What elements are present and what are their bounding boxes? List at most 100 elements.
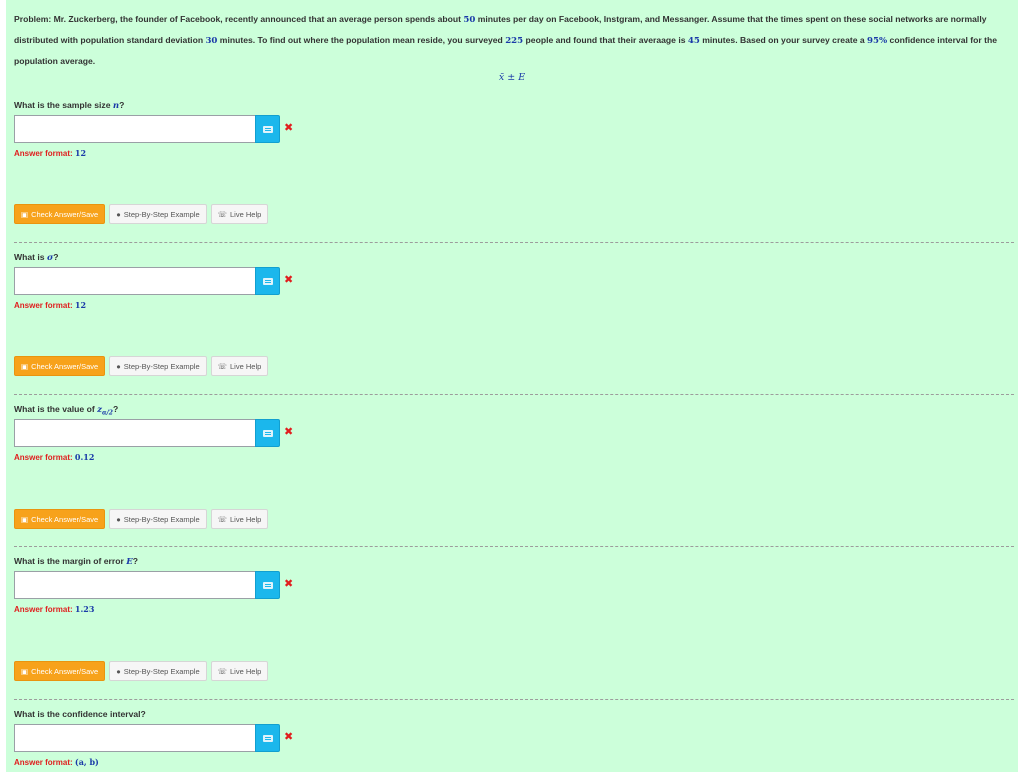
button-group: ▣ Check Answer/Save ● Step-By-Step Example… — [14, 356, 269, 376]
answer-format-label: Answer format: — [14, 453, 75, 462]
answer-input[interactable] — [14, 267, 256, 295]
info-circle-icon: ● — [116, 209, 121, 219]
check-answer-button[interactable]: ▣ Check Answer/Save — [14, 356, 106, 376]
answer-format-value: 0.12 — [74, 452, 95, 462]
button-label: Live Help — [230, 361, 262, 371]
answer-format-label: Answer format: — [14, 605, 75, 614]
phone-icon: ☏ — [217, 209, 228, 219]
problem-panel: Problem: Mr. Zuckerberg, the founder of … — [6, 0, 1018, 772]
problem-text: minutes. Based on your survey create a — [699, 35, 868, 45]
save-icon: ▣ — [21, 514, 29, 524]
x-mark-icon: ✖ — [284, 122, 294, 134]
math-subscript: α/2 — [101, 409, 113, 417]
keyboard-icon — [262, 125, 273, 133]
answer-input[interactable] — [14, 724, 256, 752]
live-help-button[interactable]: ☏ Live Help — [210, 356, 269, 376]
problem-number: 45 — [687, 36, 700, 46]
keyboard-button[interactable] — [255, 724, 280, 752]
x-mark-icon: ✖ — [284, 426, 294, 438]
answer-input[interactable] — [14, 571, 256, 599]
phone-icon: ☏ — [217, 514, 228, 524]
answer-format-value: 1.23 — [74, 604, 95, 614]
keyboard-button[interactable] — [255, 419, 280, 447]
save-icon: ▣ — [21, 666, 29, 676]
question-label: What is the margin of error E? — [14, 556, 138, 567]
x-mark-icon: ✖ — [284, 578, 294, 590]
answer-row: ✖ — [14, 571, 304, 599]
save-icon: ▣ — [21, 209, 29, 219]
button-group: ▣ Check Answer/Save ● Step-By-Step Example… — [14, 661, 269, 681]
button-label: Live Help — [230, 209, 262, 219]
question-text: ? — [132, 556, 139, 566]
button-label: Check Answer/Save — [31, 514, 99, 524]
divider — [14, 394, 1014, 395]
step-by-step-button[interactable]: ● Step-By-Step Example — [109, 204, 207, 224]
step-by-step-button[interactable]: ● Step-By-Step Example — [109, 661, 207, 681]
step-by-step-button[interactable]: ● Step-By-Step Example — [109, 356, 207, 376]
check-answer-button[interactable]: ▣ Check Answer/Save — [14, 509, 106, 529]
answer-row: ✖ — [14, 267, 304, 295]
save-icon: ▣ — [21, 361, 29, 371]
problem-number: 30 — [205, 36, 218, 46]
question-text: What is the value of — [14, 404, 98, 414]
info-circle-icon: ● — [116, 514, 121, 524]
button-label: Step-By-Step Example — [123, 361, 200, 371]
button-label: Check Answer/Save — [31, 209, 99, 219]
keyboard-button[interactable] — [255, 115, 280, 143]
button-label: Check Answer/Save — [31, 666, 99, 676]
answer-format: Answer format: 12 — [14, 148, 86, 158]
phone-icon: ☏ — [217, 666, 228, 676]
answer-format: Answer format: 0.12 — [14, 452, 94, 462]
answer-row: ✖ — [14, 724, 304, 752]
question-text: What is the sample size — [14, 100, 113, 110]
problem-statement: Problem: Mr. Zuckerberg, the founder of … — [14, 9, 1004, 71]
live-help-button[interactable]: ☏ Live Help — [210, 204, 269, 224]
problem-number: 50 — [463, 15, 476, 25]
problem-text: people and found that their averaage is — [523, 35, 688, 45]
answer-input[interactable] — [14, 419, 256, 447]
phone-icon: ☏ — [217, 361, 228, 371]
button-label: Step-By-Step Example — [123, 666, 200, 676]
check-answer-button[interactable]: ▣ Check Answer/Save — [14, 661, 106, 681]
question-text: ? — [112, 404, 119, 414]
keyboard-button[interactable] — [255, 571, 280, 599]
live-help-button[interactable]: ☏ Live Help — [210, 661, 269, 681]
button-label: Live Help — [230, 666, 262, 676]
keyboard-button[interactable] — [255, 267, 280, 295]
button-group: ▣ Check Answer/Save ● Step-By-Step Example… — [14, 509, 269, 529]
live-help-button[interactable]: ☏ Live Help — [210, 509, 269, 529]
question-text: ? — [53, 252, 59, 262]
step-by-step-button[interactable]: ● Step-By-Step Example — [109, 509, 207, 529]
answer-format: Answer format: 12 — [14, 300, 86, 310]
info-circle-icon: ● — [116, 361, 121, 371]
divider — [14, 546, 1014, 547]
button-label: Live Help — [230, 514, 262, 524]
info-circle-icon: ● — [116, 666, 121, 676]
answer-format-label: Answer format: — [14, 149, 75, 158]
question-text: What is — [14, 252, 47, 262]
divider — [14, 699, 1014, 700]
question-text: What is the margin of error — [14, 556, 127, 566]
question-label: What is the value of zα/2? — [14, 404, 118, 417]
keyboard-icon — [262, 581, 273, 589]
x-mark-icon: ✖ — [284, 274, 294, 286]
answer-format-label: Answer format: — [14, 301, 75, 310]
question-label: What is σ? — [14, 252, 59, 263]
divider — [14, 242, 1014, 243]
answer-format-value: 12 — [74, 148, 87, 158]
answer-format-label: Answer format: — [14, 758, 75, 767]
answer-input[interactable] — [14, 115, 256, 143]
button-group: ▣ Check Answer/Save ● Step-By-Step Example… — [14, 204, 269, 224]
answer-format: Answer format: 1.23 — [14, 604, 94, 614]
problem-text: Problem: Mr. Zuckerberg, the founder of … — [14, 14, 464, 24]
problem-number: 95% — [867, 36, 888, 46]
problem-text: minutes. To find out where the populatio… — [217, 35, 506, 45]
check-answer-button[interactable]: ▣ Check Answer/Save — [14, 204, 106, 224]
question-label: What is the confidence interval? — [14, 709, 146, 719]
answer-format: Answer format: (a, b) — [14, 757, 99, 767]
question-text: ? — [119, 100, 125, 110]
problem-number: 225 — [505, 36, 524, 46]
button-label: Check Answer/Save — [31, 361, 99, 371]
x-mark-icon: ✖ — [284, 731, 294, 743]
interval-formula: x̄ ± E — [498, 72, 526, 83]
